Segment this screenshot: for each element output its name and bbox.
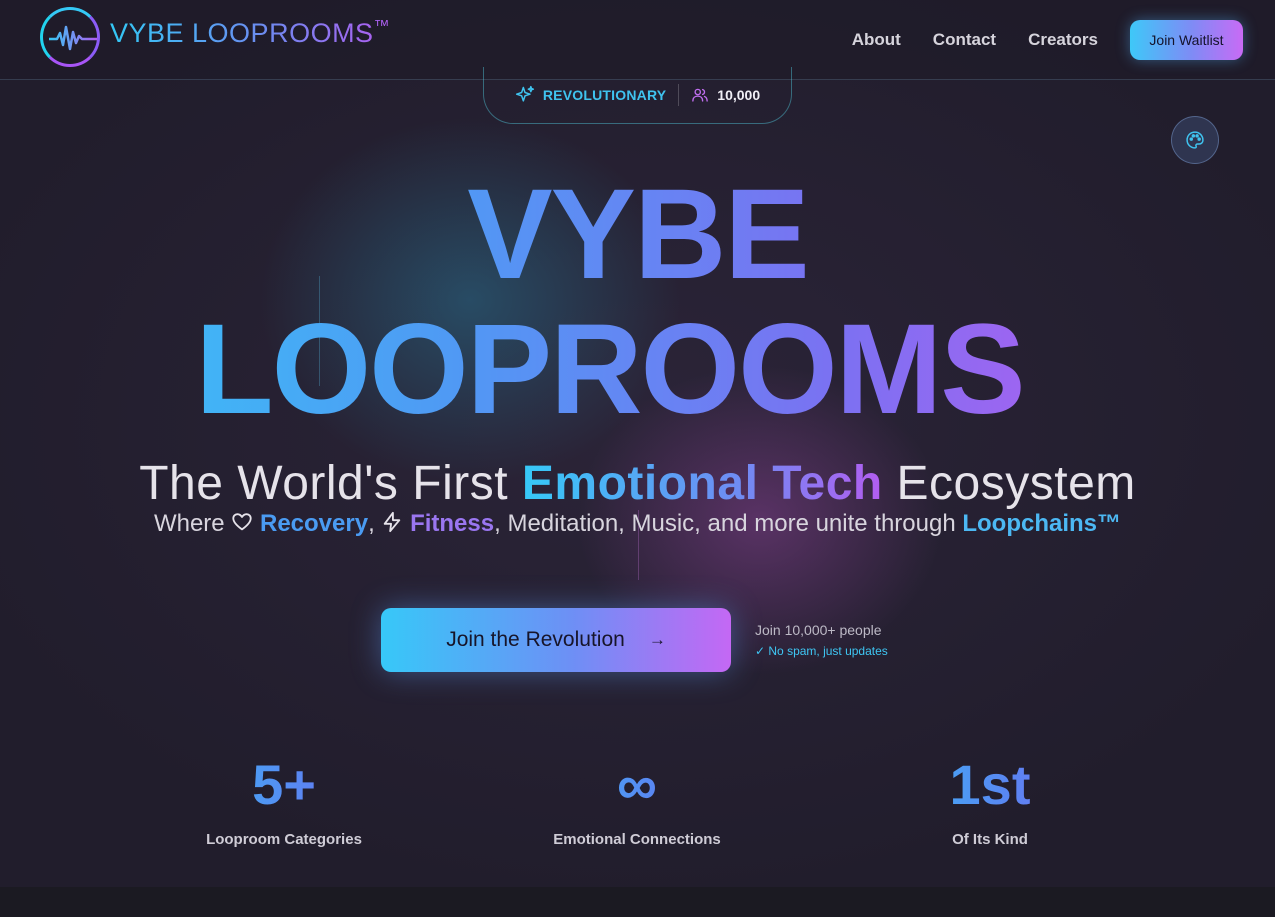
stat-label: Emotional Connections <box>553 831 721 848</box>
sparkles-icon <box>515 85 534 102</box>
stat-first: 1st Of Its Kind <box>860 755 1120 849</box>
stat-label: Of Its Kind <box>952 831 1028 848</box>
nav-about[interactable]: About <box>852 30 901 50</box>
revolutionary-badge: REVOLUTIONARY 10,000 <box>483 67 792 124</box>
stat-categories: 5+ Looproom Categories <box>154 755 414 849</box>
tagline-fitness: Fitness <box>410 510 495 537</box>
theme-palette-button[interactable] <box>1171 116 1219 164</box>
join-revolution-label: Join the Revolution <box>446 628 625 651</box>
hero-title-line1: VYBE <box>0 165 1275 305</box>
join-waitlist-button[interactable]: Join Waitlist <box>1130 20 1243 60</box>
users-icon <box>692 88 709 102</box>
cta-note: Join 10,000+ people ✓ No spam, just upda… <box>755 622 888 658</box>
tagline-loopchains: Loopchains™ <box>962 510 1122 537</box>
zap-icon <box>384 511 401 533</box>
hero-title-line2: LOOPROOMS™ <box>0 305 1275 435</box>
main-nav: About Contact Creators <box>852 30 1098 50</box>
hero-subtitle: The World's First Emotional Tech Ecosyst… <box>139 457 1136 510</box>
nav-creators[interactable]: Creators <box>1028 30 1098 50</box>
badge-label: REVOLUTIONARY <box>542 87 667 103</box>
no-spam-text: ✓ No spam, just updates <box>755 644 888 658</box>
badge-divider <box>678 84 680 106</box>
stat-label: Looproom Categories <box>206 831 362 848</box>
stat-value: ∞ <box>507 755 767 815</box>
palette-icon <box>1186 131 1204 149</box>
brand-name: VYBE LOOPROOMS™ <box>110 17 391 48</box>
waitlist-count: 10,000 <box>717 87 761 103</box>
stat-value: 1st <box>860 755 1120 815</box>
stat-connections: ∞ Emotional Connections <box>507 755 767 849</box>
heart-icon <box>232 513 252 531</box>
join-revolution-button[interactable]: Join the Revolution → <box>381 608 731 672</box>
waveform-logo-icon <box>40 7 100 67</box>
arrow-right-icon: → <box>648 630 666 649</box>
nav-contact[interactable]: Contact <box>933 30 996 50</box>
footer-strip <box>0 887 1275 917</box>
tagline-recovery: Recovery <box>259 510 369 537</box>
hero-page: VYBE LOOPROOMS™ About Contact Creators J… <box>0 0 1275 887</box>
brand-logo[interactable]: VYBE LOOPROOMS™ <box>40 7 390 67</box>
stat-value: 5+ <box>154 755 414 815</box>
join-people-text: Join 10,000+ people <box>755 622 882 638</box>
hero-tagline: Where Recovery, Fitness, Meditation, Mus… <box>153 510 1122 537</box>
